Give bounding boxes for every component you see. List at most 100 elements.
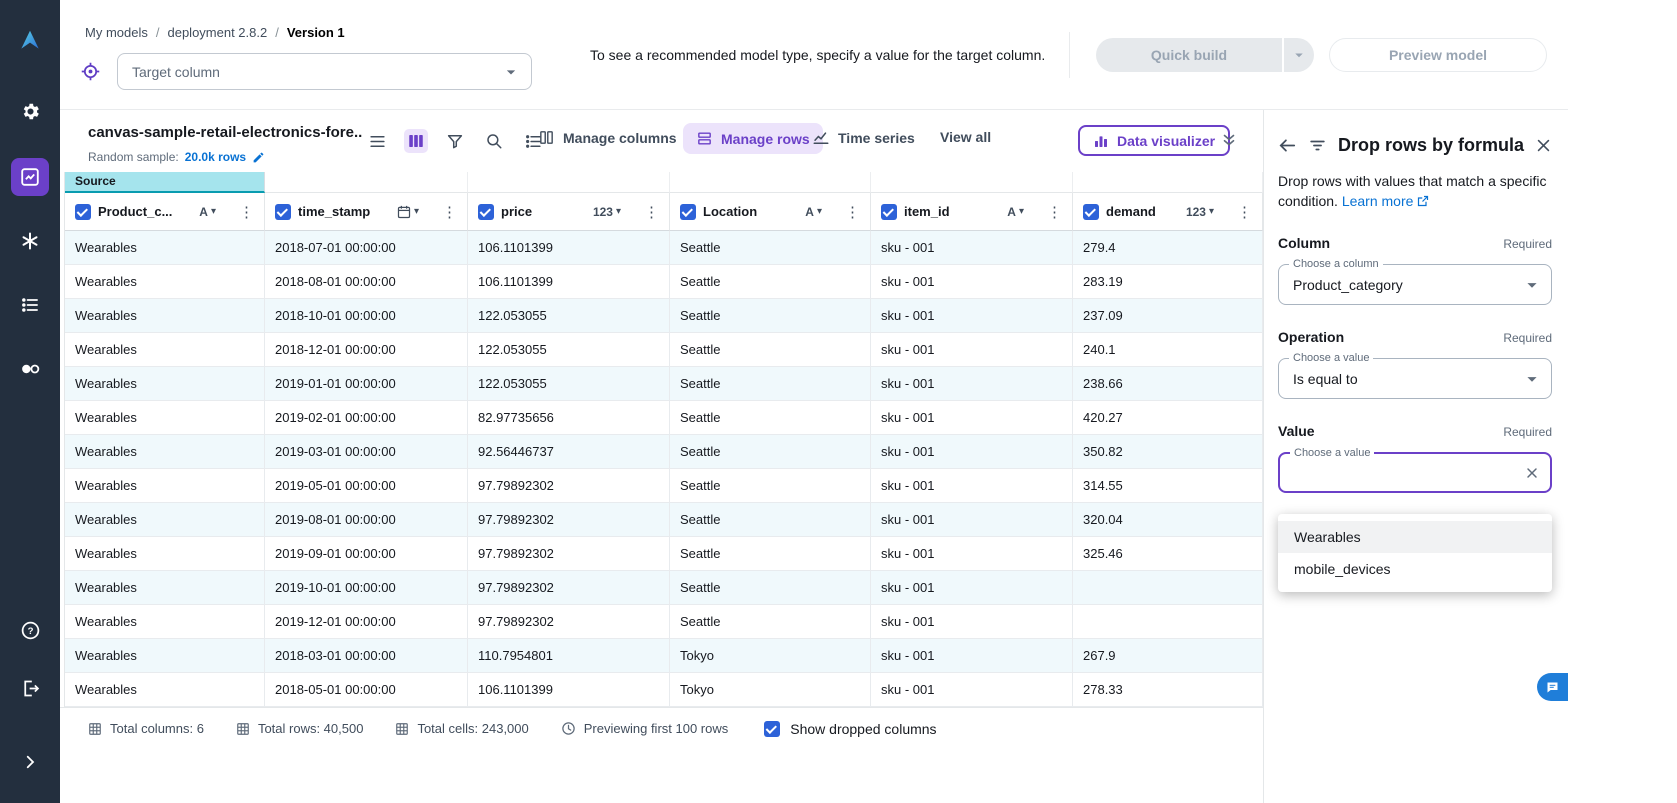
table-cell[interactable]: 106.1101399 — [468, 265, 670, 298]
table-cell[interactable]: 238.66 — [1073, 367, 1263, 400]
table-cell[interactable]: Tokyo — [670, 673, 871, 706]
column-type-button[interactable]: A▾ — [199, 205, 216, 219]
close-panel-button[interactable] — [1535, 137, 1552, 154]
table-cell[interactable]: Seattle — [670, 435, 871, 468]
table-cell[interactable]: sku - 001 — [871, 503, 1073, 536]
table-cell[interactable]: Wearables — [65, 571, 265, 604]
table-cell[interactable]: Wearables — [65, 435, 265, 468]
sidebar-item-settings[interactable] — [11, 92, 49, 130]
table-cell[interactable] — [1073, 605, 1263, 638]
table-cell[interactable]: Wearables — [65, 639, 265, 672]
table-cell[interactable]: Wearables — [65, 605, 265, 638]
table-cell[interactable]: 278.33 — [1073, 673, 1263, 706]
column-type-button[interactable]: ▾ — [397, 205, 419, 219]
table-cell[interactable]: sku - 001 — [871, 231, 1073, 264]
table-cell[interactable]: 237.09 — [1073, 299, 1263, 332]
breadcrumb-my-models[interactable]: My models — [85, 25, 148, 40]
table-cell[interactable]: 2018-08-01 00:00:00 — [265, 265, 468, 298]
table-cell[interactable]: 2018-07-01 00:00:00 — [265, 231, 468, 264]
column-checkbox[interactable] — [1083, 204, 1099, 220]
table-cell[interactable]: 325.46 — [1073, 537, 1263, 570]
view-all-button[interactable]: View all — [940, 129, 991, 145]
table-cell[interactable]: Seattle — [670, 299, 871, 332]
table-cell[interactable]: Seattle — [670, 367, 871, 400]
external-link-icon[interactable] — [1417, 195, 1429, 207]
table-cell[interactable]: sku - 001 — [871, 333, 1073, 366]
table-cell[interactable]: Wearables — [65, 673, 265, 706]
table-cell[interactable]: sku - 001 — [871, 435, 1073, 468]
table-cell[interactable]: 92.56446737 — [468, 435, 670, 468]
table-cell[interactable]: sku - 001 — [871, 401, 1073, 434]
target-column-select[interactable]: Target column — [117, 53, 532, 90]
column-checkbox[interactable] — [478, 204, 494, 220]
preview-model-button[interactable]: Preview model — [1329, 38, 1547, 72]
table-cell[interactable]: sku - 001 — [871, 537, 1073, 570]
table-cell[interactable]: 2019-02-01 00:00:00 — [265, 401, 468, 434]
table-cell[interactable]: sku - 001 — [871, 265, 1073, 298]
learn-more-link[interactable]: Learn more — [1342, 193, 1414, 209]
table-cell[interactable]: 97.79892302 — [468, 469, 670, 502]
column-checkbox[interactable] — [881, 204, 897, 220]
table-cell[interactable] — [1073, 571, 1263, 604]
table-cell[interactable]: 122.053055 — [468, 333, 670, 366]
filter-icon[interactable] — [443, 129, 467, 153]
table-cell[interactable]: Seattle — [670, 537, 871, 570]
column-type-button[interactable]: A▾ — [805, 205, 822, 219]
sidebar-item-help[interactable]: ? — [11, 611, 49, 649]
column-type-button[interactable]: 123▾ — [593, 205, 621, 219]
table-cell[interactable]: 2018-10-01 00:00:00 — [265, 299, 468, 332]
table-cell[interactable]: Seattle — [670, 571, 871, 604]
data-visualizer-button[interactable]: Data visualizer — [1078, 125, 1230, 156]
table-cell[interactable]: Wearables — [65, 503, 265, 536]
column-checkbox[interactable] — [680, 204, 696, 220]
edit-icon[interactable] — [252, 151, 265, 164]
sidebar-expand[interactable] — [11, 743, 49, 781]
table-cell[interactable]: 350.82 — [1073, 435, 1263, 468]
double-chevron-icon[interactable] — [1220, 130, 1238, 155]
manage-columns-button[interactable]: Manage columns — [538, 129, 677, 146]
table-cell[interactable]: 2019-09-01 00:00:00 — [265, 537, 468, 570]
column-type-button[interactable]: 123▾ — [1186, 205, 1214, 219]
table-cell[interactable]: Wearables — [65, 265, 265, 298]
table-cell[interactable]: Seattle — [670, 605, 871, 638]
quick-build-button[interactable]: Quick build — [1096, 38, 1282, 72]
table-cell[interactable]: 97.79892302 — [468, 537, 670, 570]
table-cell[interactable]: Tokyo — [670, 639, 871, 672]
list-view-icon[interactable] — [365, 129, 389, 153]
table-cell[interactable]: 122.053055 — [468, 367, 670, 400]
breadcrumb-deployment[interactable]: deployment 2.8.2 — [167, 25, 267, 40]
table-cell[interactable]: 267.9 — [1073, 639, 1263, 672]
show-dropped-checkbox[interactable] — [764, 721, 780, 737]
table-cell[interactable]: 122.053055 — [468, 299, 670, 332]
table-cell[interactable]: Seattle — [670, 503, 871, 536]
table-cell[interactable]: sku - 001 — [871, 605, 1073, 638]
table-cell[interactable]: 2019-10-01 00:00:00 — [265, 571, 468, 604]
dropdown-option[interactable]: Wearables — [1278, 521, 1552, 553]
value-input[interactable] — [1292, 465, 1524, 481]
table-cell[interactable]: 2018-03-01 00:00:00 — [265, 639, 468, 672]
table-cell[interactable]: Wearables — [65, 333, 265, 366]
sample-size-link[interactable]: 20.0k rows — [185, 150, 246, 164]
table-cell[interactable]: 2019-03-01 00:00:00 — [265, 435, 468, 468]
back-button[interactable] — [1278, 136, 1297, 155]
column-checkbox[interactable] — [75, 204, 91, 220]
table-cell[interactable]: 82.97735656 — [468, 401, 670, 434]
table-cell[interactable]: Wearables — [65, 367, 265, 400]
table-cell[interactable]: 240.1 — [1073, 333, 1263, 366]
table-cell[interactable]: 2019-05-01 00:00:00 — [265, 469, 468, 502]
column-menu-button[interactable]: ⋮ — [440, 203, 459, 221]
search-icon[interactable] — [482, 129, 506, 153]
table-cell[interactable]: 320.04 — [1073, 503, 1263, 536]
column-menu-button[interactable]: ⋮ — [237, 203, 256, 221]
sidebar-item-logout[interactable] — [11, 669, 49, 707]
sidebar-item-deployments[interactable] — [11, 350, 49, 388]
clear-icon[interactable] — [1524, 465, 1540, 481]
source-tab[interactable]: Source — [65, 172, 265, 193]
sidebar-item-automations[interactable] — [11, 286, 49, 324]
table-cell[interactable]: Seattle — [670, 231, 871, 264]
table-cell[interactable]: sku - 001 — [871, 639, 1073, 672]
value-input-box[interactable]: Choose a value — [1278, 452, 1552, 493]
table-cell[interactable]: 2019-08-01 00:00:00 — [265, 503, 468, 536]
table-cell[interactable]: 420.27 — [1073, 401, 1263, 434]
show-dropped-columns-toggle[interactable]: Show dropped columns — [764, 721, 936, 737]
